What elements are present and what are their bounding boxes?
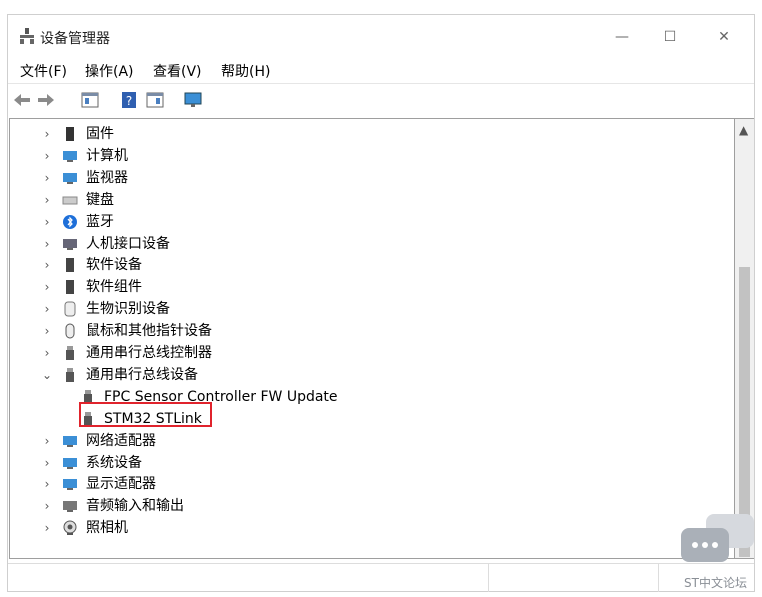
help-icon[interactable]: ? [119, 90, 139, 110]
vertical-scrollbar[interactable]: ▲ [735, 118, 754, 559]
tree-item-label: 固件 [86, 126, 114, 142]
tree-item-label: 键盘 [86, 191, 114, 208]
usb-icon [66, 346, 74, 360]
menu-action[interactable]: 操作(A) [85, 61, 134, 81]
status-divider [658, 564, 659, 592]
tree-category-item[interactable]: › 软件设备 [10, 254, 730, 276]
bluetooth-icon [63, 214, 77, 229]
tree-category-item[interactable]: › 照相机 [10, 517, 730, 539]
tree-category-item[interactable]: ⌄ 通用串行总线设备 [10, 364, 730, 386]
tree-item-label: 通用串行总线控制器 [86, 345, 212, 361]
tree-category-item[interactable]: › 网络适配器 [10, 430, 730, 452]
network-icon [63, 435, 77, 447]
tree-item-label: 网络适配器 [86, 432, 156, 449]
firmware-icon [66, 127, 74, 141]
menu-help[interactable]: 帮助(H) [221, 61, 270, 81]
expander-icon[interactable]: › [40, 320, 54, 342]
tree-item-label: 人机接口设备 [86, 235, 170, 252]
menu-bar: 文件(F) 操作(A) 查看(V) 帮助(H) [8, 59, 754, 83]
tree-category-item[interactable]: › 固件 [10, 123, 730, 145]
tree-category-item[interactable]: › 监视器 [10, 167, 730, 189]
minimize-button[interactable]: — [600, 23, 644, 51]
view-icon[interactable] [145, 90, 165, 110]
tree-item-label: 显示适配器 [86, 476, 156, 493]
tree-item-label: 计算机 [86, 147, 128, 164]
device-manager-icon [20, 28, 34, 44]
title-bar: 设备管理器 — ☐ ✕ [8, 15, 754, 59]
keyboard-icon [62, 196, 78, 205]
system-icon [63, 457, 77, 469]
toolbar: ? [8, 83, 754, 116]
highlight-box [79, 402, 212, 427]
tree-category-item[interactable]: › 蓝牙 [10, 211, 730, 233]
tree-category-item[interactable]: › 通用串行总线控制器 [10, 342, 730, 364]
tree-category-item[interactable]: › 音频输入和输出 [10, 495, 730, 517]
tree-item-label: 蓝牙 [86, 213, 114, 230]
expander-icon[interactable]: › [40, 189, 54, 211]
camera-icon [63, 520, 77, 536]
scroll-up-icon[interactable]: ▲ [739, 123, 748, 137]
tree-category-item[interactable]: › 键盘 [10, 189, 730, 211]
forward-arrow-icon[interactable] [36, 90, 56, 110]
expander-icon[interactable]: › [40, 211, 54, 233]
chat-dots-icon [692, 542, 718, 548]
expander-icon[interactable]: › [40, 145, 54, 167]
watermark-bubble [681, 528, 729, 562]
tree-category-item[interactable]: › 计算机 [10, 145, 730, 167]
software-device-icon [66, 258, 74, 273]
expander-icon[interactable]: › [40, 254, 54, 276]
properties-icon[interactable] [80, 90, 100, 110]
tree-category-item[interactable]: › 系统设备 [10, 452, 730, 474]
tree-category-item[interactable]: › 软件组件 [10, 276, 730, 298]
hid-icon [63, 238, 77, 250]
maximize-button[interactable]: ☐ [648, 23, 692, 51]
expander-icon[interactable]: › [40, 452, 54, 474]
close-button[interactable]: ✕ [702, 23, 746, 51]
svg-text:?: ? [126, 94, 132, 108]
audio-icon [63, 501, 77, 513]
monitor-icon [63, 172, 77, 184]
fingerprint-icon [64, 301, 76, 317]
expander-icon[interactable]: › [40, 495, 54, 517]
expander-icon[interactable]: › [40, 298, 54, 320]
expander-icon[interactable]: › [40, 123, 54, 145]
tree-category-item[interactable]: › 鼠标和其他指针设备 [10, 320, 730, 342]
status-bar [8, 563, 754, 592]
software-component-icon [66, 280, 74, 295]
window-title: 设备管理器 [40, 31, 110, 47]
expander-icon[interactable]: ⌄ [40, 364, 54, 386]
expander-icon[interactable]: › [40, 517, 54, 539]
tree-item-label: 通用串行总线设备 [86, 366, 198, 383]
expander-icon[interactable]: › [40, 276, 54, 298]
tree-item-label: 生物识别设备 [86, 301, 170, 318]
expander-icon[interactable]: › [40, 167, 54, 189]
tree-category-item[interactable]: › 生物识别设备 [10, 298, 730, 320]
tree-item-label: 监视器 [86, 169, 128, 186]
mouse-icon [65, 323, 75, 339]
tree-category-item[interactable]: › 人机接口设备 [10, 233, 730, 255]
menu-view[interactable]: 查看(V) [153, 61, 202, 81]
status-divider [488, 564, 489, 592]
monitor-icon[interactable] [183, 90, 203, 110]
watermark-text: ST中文论坛 [684, 576, 747, 590]
tree-item-label: 音频输入和输出 [86, 498, 184, 515]
back-arrow-icon[interactable] [12, 90, 32, 110]
tree-item-label: 照相机 [86, 520, 128, 537]
tree-item-label: 软件组件 [86, 279, 142, 296]
device-manager-window: 设备管理器 — ☐ ✕ 文件(F) 操作(A) 查看(V) 帮助(H) ? › 固… [7, 14, 755, 592]
expander-icon[interactable]: › [40, 233, 54, 255]
expander-icon[interactable]: › [40, 473, 54, 495]
tree-category-item[interactable]: › 显示适配器 [10, 473, 730, 495]
usb-icon [66, 367, 74, 382]
display-adapter-icon [63, 479, 77, 491]
computer-icon [63, 150, 77, 162]
expander-icon[interactable]: › [40, 342, 54, 364]
device-tree[interactable]: › 固件 › 计算机 › 监视器 › 键盘 › 蓝牙 › 人机接口设备 › 软件设备 › 软件组件 › 生物识别设… [9, 118, 735, 559]
expander-icon[interactable]: › [40, 430, 54, 452]
tree-item-label: 鼠标和其他指针设备 [86, 323, 212, 340]
tree-item-label: 系统设备 [86, 454, 142, 471]
tree-item-label: 软件设备 [86, 257, 142, 274]
menu-file[interactable]: 文件(F) [20, 61, 67, 81]
